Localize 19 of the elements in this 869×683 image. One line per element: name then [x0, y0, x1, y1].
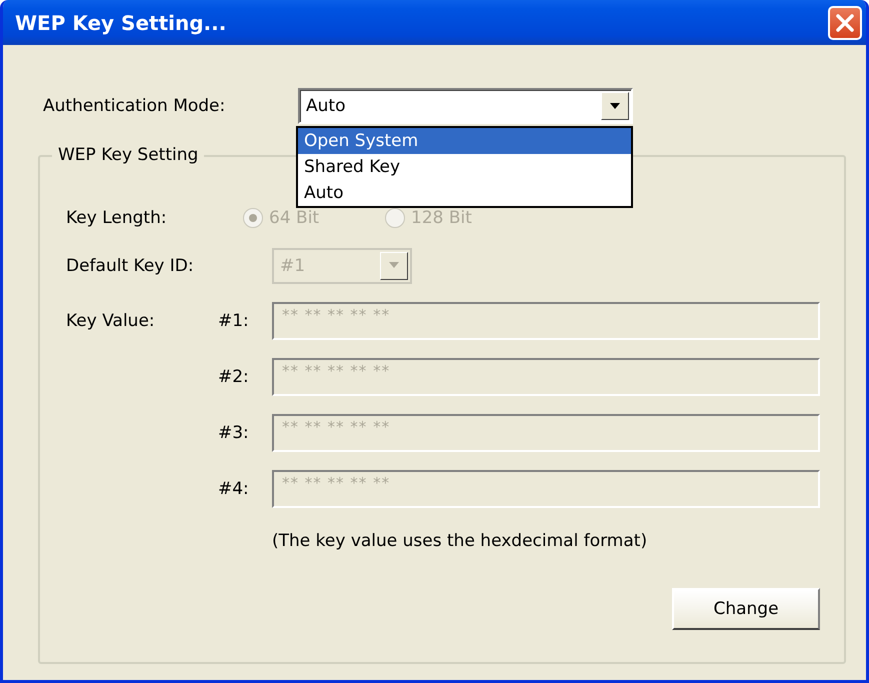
- field-label: Default Key ID:: [66, 256, 195, 276]
- window-title: WEP Key Setting...: [15, 10, 226, 34]
- close-icon: [834, 12, 856, 34]
- key-number-label: #1:: [218, 311, 250, 331]
- key-number-label: #4:: [218, 479, 250, 499]
- hint-text: (The key value uses the hexdecimal format): [272, 531, 648, 551]
- field-label: Key Value:: [66, 311, 156, 331]
- key-number-label: #3:: [218, 423, 250, 443]
- close-button[interactable]: [828, 6, 862, 40]
- dropdown-option[interactable]: Auto: [298, 180, 631, 206]
- key-number-label: #2:: [218, 367, 250, 387]
- group-title: WEP Key Setting: [52, 145, 204, 165]
- field-label: Authentication Mode:: [43, 96, 226, 116]
- radio-label: 64 Bit: [269, 208, 320, 228]
- authentication-mode-dropdown[interactable]: Auto: [298, 88, 633, 124]
- dropdown-option[interactable]: Open System: [298, 128, 631, 154]
- radio-label: 128 Bit: [411, 208, 472, 228]
- dropdown-option[interactable]: Shared Key: [298, 154, 631, 180]
- field-label: Key Length:: [66, 208, 168, 228]
